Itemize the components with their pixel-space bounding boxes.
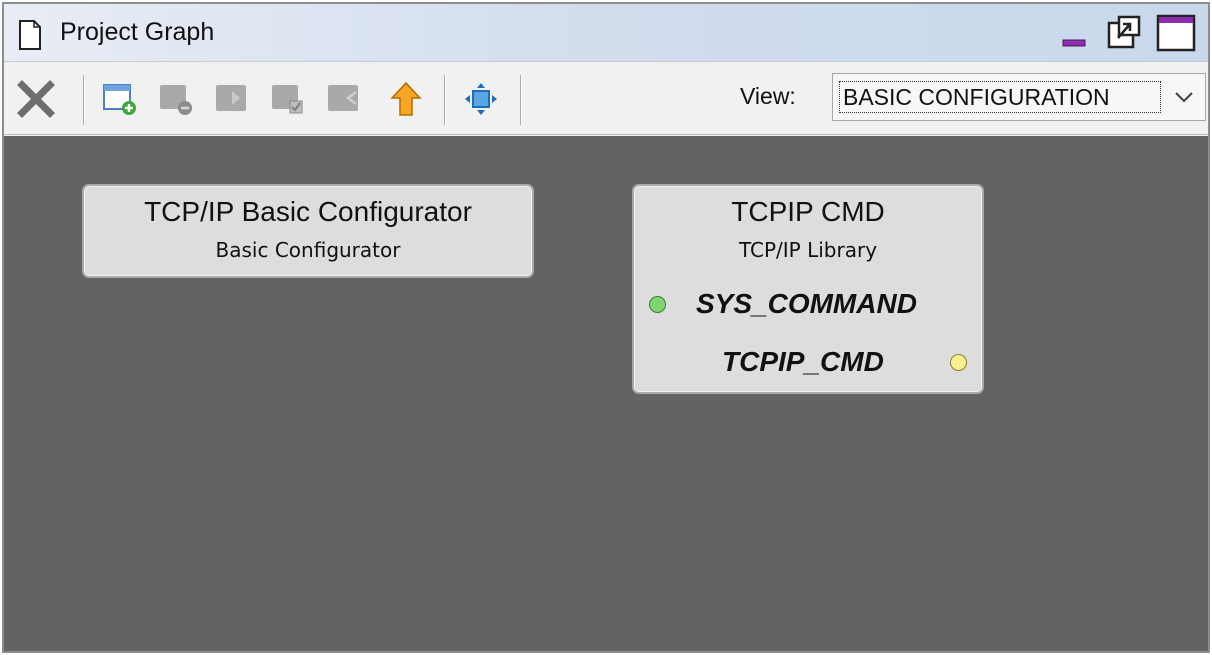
view-select[interactable]: BASIC CONFIGURATION — [832, 73, 1206, 121]
fit-to-view-button[interactable] — [459, 77, 503, 121]
input-port-dot[interactable] — [649, 296, 666, 313]
remove-group-icon — [160, 85, 192, 115]
graph-canvas[interactable]: TCP/IP Basic Configurator Basic Configur… — [4, 136, 1208, 651]
toolbar-separator — [520, 75, 522, 125]
output-port-dot[interactable] — [950, 354, 967, 371]
input-port-label: SYS_COMMAND — [696, 288, 917, 319]
node-subtitle: TCP/IP Library — [738, 238, 878, 262]
view-select-dropdown[interactable] — [1163, 74, 1205, 120]
project-graph-window: Project Graph View: BASIC CONFIGURATION … — [2, 2, 1210, 653]
toolbar-separator — [83, 75, 85, 125]
node-tcpip-basic-configurator[interactable]: TCP/IP Basic Configurator Basic Configur… — [82, 184, 534, 278]
toolbar-separator — [444, 75, 446, 125]
fit-to-view-icon — [465, 83, 497, 115]
remove-group-button[interactable] — [154, 77, 198, 121]
move-out-of-group-icon — [328, 85, 358, 111]
go-up-button[interactable] — [384, 77, 428, 121]
node-title: TCPIP CMD — [731, 196, 885, 227]
restore-window-icon — [1107, 15, 1141, 49]
output-port-label: TCPIP_CMD — [722, 346, 884, 377]
view-select-value: BASIC CONFIGURATION — [839, 81, 1161, 113]
move-into-group-icon — [216, 85, 246, 111]
toolbar: View: BASIC CONFIGURATION — [4, 63, 1208, 135]
document-icon — [19, 20, 41, 50]
node-subtitle: Basic Configurator — [215, 238, 401, 262]
move-out-of-group-button[interactable] — [322, 77, 366, 121]
add-group-icon — [103, 84, 136, 115]
chevron-down-icon — [1175, 92, 1193, 103]
delete-x-icon — [17, 80, 55, 118]
title-bar: Project Graph — [4, 4, 1208, 62]
maximize-button[interactable] — [1155, 12, 1197, 54]
minimize-button[interactable] — [1054, 12, 1096, 54]
node-title: TCP/IP Basic Configurator — [144, 196, 472, 227]
node-tcpip-cmd[interactable]: TCPIP CMD TCP/IP Library SYS_COMMAND TCP… — [632, 184, 984, 394]
group-check-button[interactable] — [266, 77, 310, 121]
add-group-button[interactable] — [98, 77, 142, 121]
move-into-group-button[interactable] — [210, 77, 254, 121]
delete-button[interactable] — [14, 77, 58, 121]
group-check-icon — [272, 85, 303, 114]
view-label: View: — [740, 83, 796, 109]
maximize-icon — [1156, 14, 1196, 52]
minimize-icon — [1062, 39, 1086, 47]
restore-window-button[interactable] — [1104, 12, 1146, 54]
window-title: Project Graph — [60, 18, 215, 46]
up-arrow-icon — [390, 81, 422, 116]
